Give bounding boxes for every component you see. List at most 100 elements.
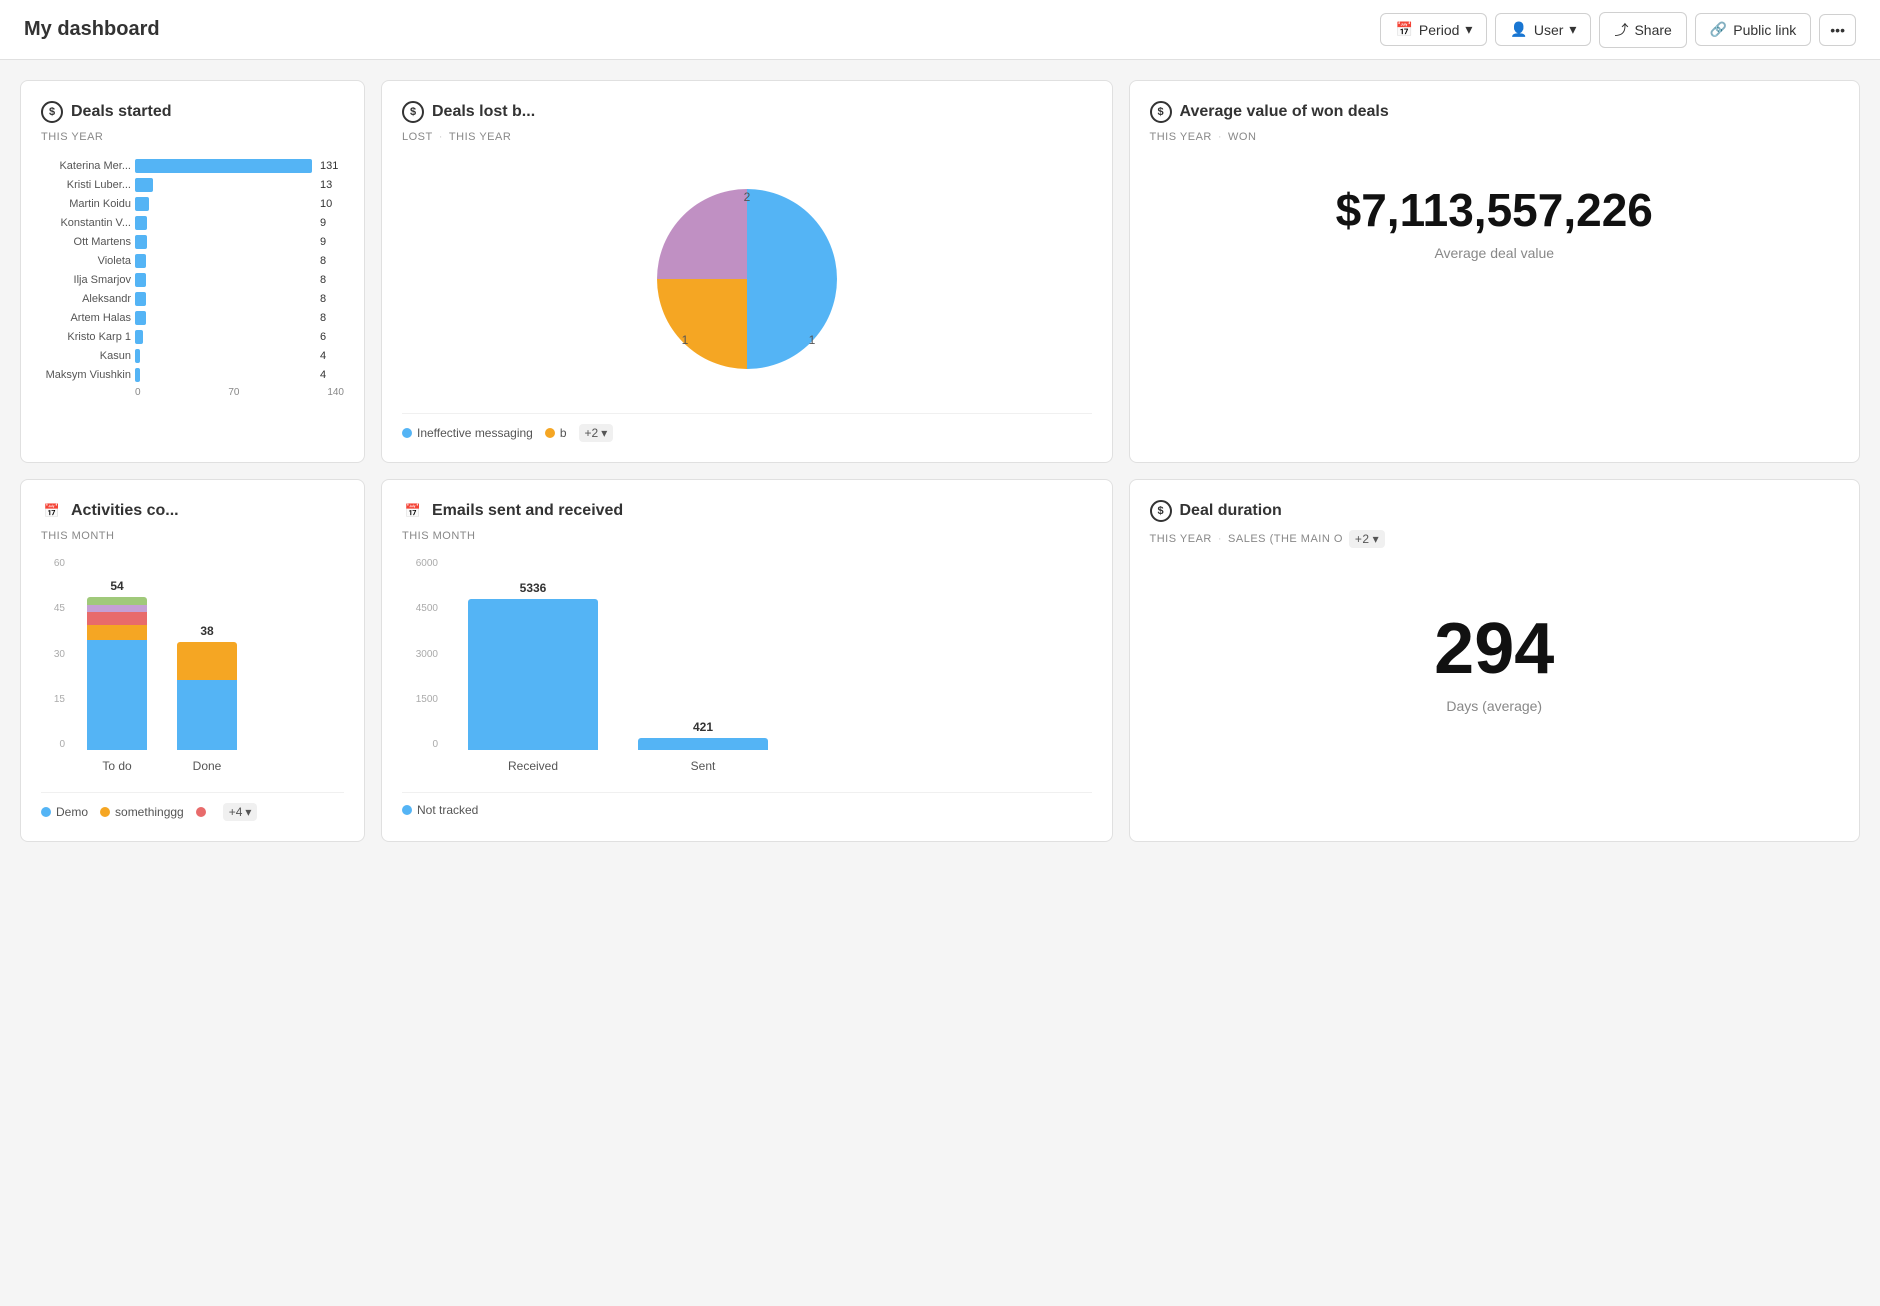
bars-area: 54 38 (77, 558, 344, 750)
dashboard: $ Deals started THIS YEAR Katerina Mer..… (0, 60, 1880, 862)
bar-label: Kristi Luber... (41, 179, 131, 191)
dollar-icon: $ (41, 101, 63, 123)
bar-track (135, 197, 312, 211)
chevron-down-icon: ▾ (601, 426, 607, 440)
legend-color (545, 428, 555, 438)
header-actions: 📅 Period ▾ 👤 User ▾ ⤴ Share 🔗 Public lin… (1380, 12, 1856, 48)
bar-value: 13 (320, 179, 344, 191)
bar-label: Kasun (41, 350, 131, 362)
legend-item-not-tracked: Not tracked (402, 803, 478, 817)
activities-title: 📅 Activities co... (41, 500, 344, 522)
bar-value: 4 (320, 350, 344, 362)
bar-row: Katerina Mer... 131 (41, 159, 344, 173)
x-axis: 0 70 140 (135, 387, 344, 398)
legend-color (41, 807, 51, 817)
bar-seg-3 (87, 612, 147, 624)
bar-label: Ilja Smarjov (41, 274, 131, 286)
bar-row: Ott Martens 9 (41, 235, 344, 249)
bar-row: Aleksandr 8 (41, 292, 344, 306)
axis-label: 0 (135, 387, 141, 398)
emails-title: 📅 Emails sent and received (402, 500, 1092, 522)
bar-row: Kristo Karp 1 6 (41, 330, 344, 344)
more-button[interactable]: ••• (1819, 14, 1856, 46)
deals-started-subtitle: THIS YEAR (41, 131, 344, 143)
bar-row: Kasun 4 (41, 349, 344, 363)
avg-value-subtitle: THIS YEAR · WON (1150, 131, 1840, 143)
bar-track (135, 349, 312, 363)
activities-chart: 60 45 30 15 0 54 (41, 558, 344, 778)
bar-seg-2 (177, 642, 237, 680)
done-bar (177, 642, 237, 750)
bar-label: Kristo Karp 1 (41, 331, 131, 343)
share-button[interactable]: ⤴ Share (1599, 12, 1686, 48)
bar-seg-2 (87, 625, 147, 640)
bar-fill (135, 330, 143, 344)
pie-svg: 2 1 1 (637, 169, 857, 389)
legend-item-3 (196, 807, 211, 817)
bar-label: Aleksandr (41, 293, 131, 305)
activities-subtitle: THIS MONTH (41, 530, 344, 542)
bar-seg-4 (87, 605, 147, 613)
user-icon: 👤 (1510, 21, 1527, 38)
deal-duration-card: $ Deal duration THIS YEAR · SALES (THE M… (1129, 479, 1861, 842)
avg-value-number: $7,113,557,226 (1150, 183, 1840, 237)
bar-value: 8 (320, 274, 344, 286)
svg-text:2: 2 (743, 190, 750, 204)
dollar-icon: $ (1150, 500, 1172, 522)
calendar-icon: 📅 (1395, 21, 1412, 38)
sent-bar (638, 738, 768, 750)
legend-item-something: somethinggg (100, 805, 184, 819)
calendar-icon: 📅 (402, 500, 424, 522)
svg-text:1: 1 (808, 333, 815, 347)
share-icon: ⤴ (1614, 20, 1628, 40)
chevron-down-icon: ▾ (245, 805, 251, 819)
bar-group-done: 38 (177, 624, 237, 750)
bar-row: Maksym Viushkin 4 (41, 368, 344, 382)
bars-area: 5336 421 (448, 558, 1092, 750)
legend-color (402, 805, 412, 815)
bar-label: Katerina Mer... (41, 160, 131, 172)
calendar-icon: 📅 (41, 500, 63, 522)
bar-row: Artem Halas 8 (41, 311, 344, 325)
public-link-button[interactable]: 🔗 Public link (1695, 13, 1811, 46)
bar-fill (135, 254, 146, 268)
legend-color (100, 807, 110, 817)
axis-label: 70 (228, 387, 239, 398)
legend-more-button[interactable]: +4 ▾ (223, 803, 258, 821)
deal-duration-subtitle: THIS YEAR · SALES (THE MAIN O +2 ▾ (1150, 530, 1840, 548)
activities-legend: Demo somethinggg +4 ▾ (41, 792, 344, 821)
chevron-down-icon: ▾ (1373, 532, 1380, 546)
bar-group-todo: 54 (87, 579, 147, 750)
deal-duration-number: 294 (1150, 608, 1840, 690)
emails-card: 📅 Emails sent and received THIS MONTH 60… (381, 479, 1113, 842)
legend-more-button[interactable]: +2 ▾ (579, 424, 614, 442)
y-axis: 6000 4500 3000 1500 0 (402, 558, 442, 750)
y-axis: 60 45 30 15 0 (41, 558, 69, 750)
duration-more-button[interactable]: +2 ▾ (1349, 530, 1385, 548)
bar-row: Ilja Smarjov 8 (41, 273, 344, 287)
bar-value: 8 (320, 312, 344, 324)
bar-row: Kristi Luber... 13 (41, 178, 344, 192)
bar-label: Maksym Viushkin (41, 369, 131, 381)
deals-started-chart: Katerina Mer... 131 Kristi Luber... 13 M… (41, 159, 344, 382)
bar-value: 8 (320, 293, 344, 305)
bar-fill (135, 197, 149, 211)
bar-fill (135, 216, 147, 230)
page-title: My dashboard (24, 18, 160, 41)
bar-fill (135, 178, 153, 192)
axis-label: 140 (327, 387, 344, 398)
dollar-icon: $ (1150, 101, 1172, 123)
legend-item: b (545, 426, 567, 440)
bar-track (135, 159, 312, 173)
period-button[interactable]: 📅 Period ▾ (1380, 13, 1487, 46)
bar-track (135, 178, 312, 192)
deals-started-title: $ Deals started (41, 101, 344, 123)
bar-fill (135, 159, 312, 173)
deals-started-card: $ Deals started THIS YEAR Katerina Mer..… (20, 80, 365, 463)
bar-track (135, 368, 312, 382)
pie-chart: 2 1 1 (402, 159, 1092, 399)
bar-track (135, 292, 312, 306)
bar-seg-5 (87, 597, 147, 605)
user-button[interactable]: 👤 User ▾ (1495, 13, 1591, 46)
legend-item-demo: Demo (41, 805, 88, 819)
